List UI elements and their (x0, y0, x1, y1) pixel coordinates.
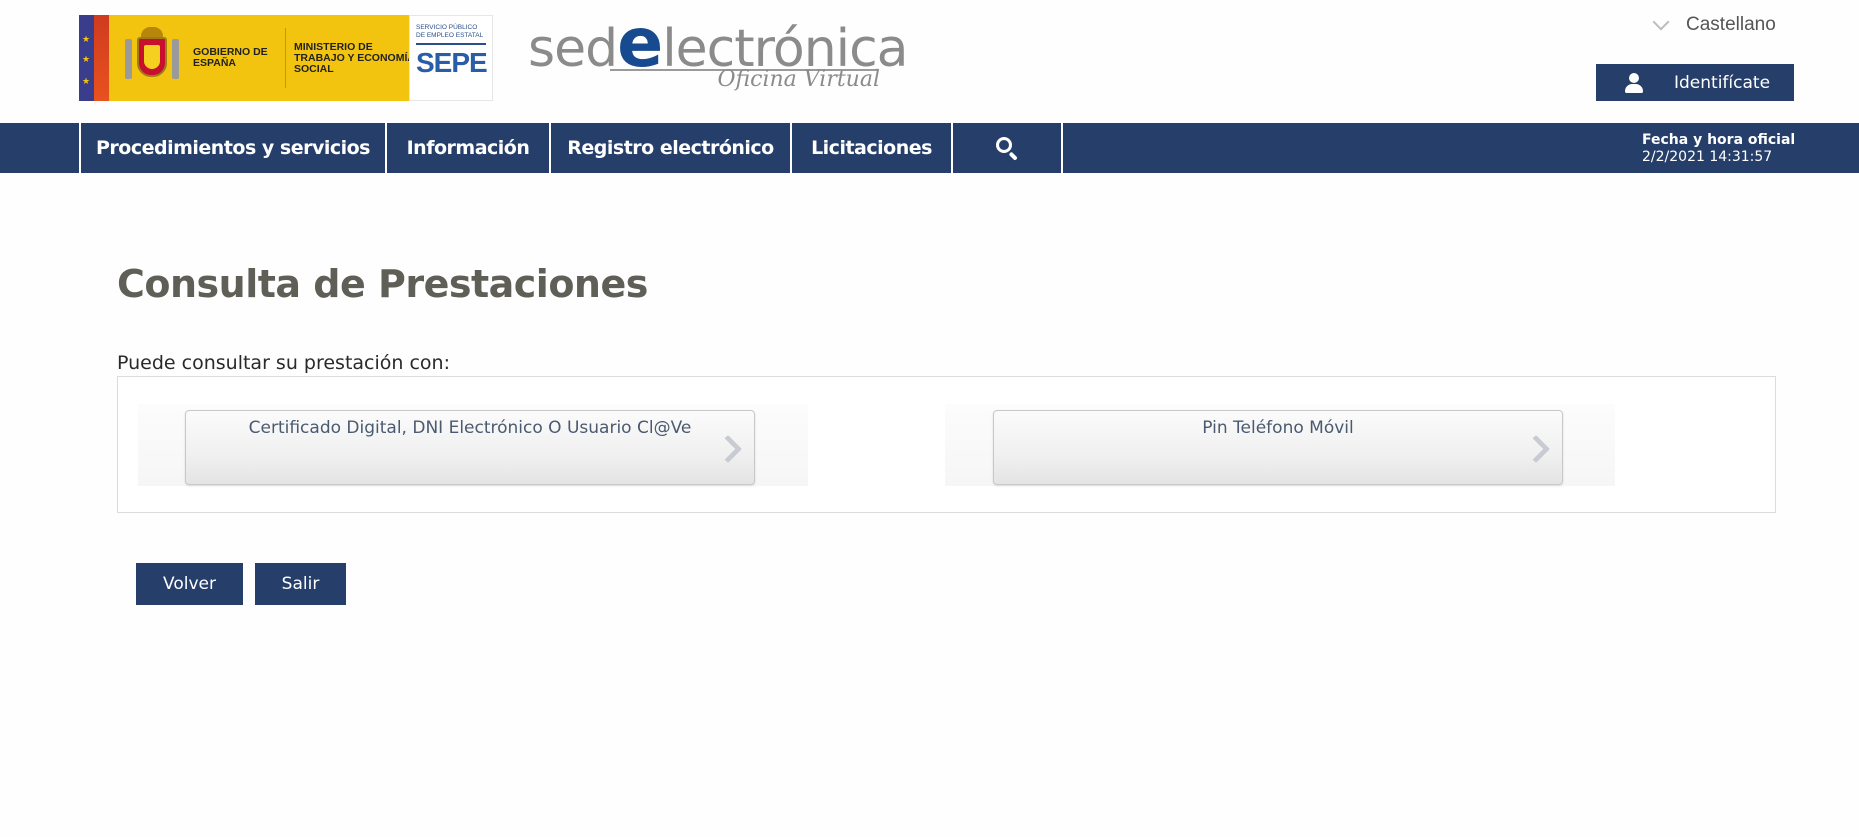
official-time-label: Fecha y hora oficial (1642, 132, 1796, 148)
gov-logo-text: GOBIERNO DE ESPAÑA (193, 46, 268, 69)
flag-icon: ★ ★ ★ (79, 15, 109, 101)
nav-item-label: Procedimientos y servicios (96, 137, 371, 159)
certificate-login-button[interactable]: Certificado Digital, DNI Electrónico O U… (185, 410, 755, 485)
nav-divider (1061, 123, 1063, 173)
official-time: Fecha y hora oficial 2/2/2021 14:31:57 (1642, 132, 1795, 166)
language-selector[interactable]: Castellano (1650, 14, 1776, 36)
chevron-right-icon (1526, 433, 1548, 463)
sepe-logo-small-text: SERVICIO PÚBLICO DE EMPLEO ESTATAL (416, 24, 484, 39)
search-icon (994, 135, 1020, 161)
chevron-right-icon (718, 433, 740, 463)
login-button[interactable]: Identifícate (1596, 64, 1794, 101)
options-panel: Certificado Digital, DNI Electrónico O U… (117, 376, 1776, 513)
nav-item-informacion[interactable]: Información (385, 123, 549, 173)
nav-item-registro[interactable]: Registro electrónico (549, 123, 790, 173)
sede-logo-subtitle: Oficina Virtual (717, 67, 880, 92)
option-label: Certificado Digital, DNI Electrónico O U… (248, 418, 692, 438)
search-button[interactable] (951, 123, 1061, 173)
official-time-value: 2/2/2021 14:31:57 (1642, 149, 1773, 165)
pin-mobile-login-button[interactable]: Pin Teléfono Móvil (993, 410, 1563, 485)
language-label: Castellano (1686, 14, 1776, 35)
sede-electronica-logo[interactable]: sedelectrónica Oficina Virtual (528, 10, 909, 102)
sepe-logo-text: SEPE (416, 47, 488, 78)
sede-logo-prefix: sed (528, 19, 618, 79)
sede-logo-e: e (617, 4, 663, 83)
back-button[interactable]: Volver (136, 563, 243, 605)
sepe-logo: SERVICIO PÚBLICO DE EMPLEO ESTATAL SEPE (409, 15, 493, 101)
page-title: Consulta de Prestaciones (117, 262, 648, 306)
exit-button[interactable]: Salir (255, 563, 346, 605)
intro-text: Puede consultar su prestación con: (117, 352, 450, 374)
chevron-down-icon (1650, 14, 1672, 36)
nav-item-label: Registro electrónico (567, 137, 774, 159)
nav-item-licitaciones[interactable]: Licitaciones (790, 123, 951, 173)
ministry-logo-text: MINISTERIO DE TRABAJO Y ECONOMÍA SOCIAL (294, 40, 415, 75)
coat-of-arms-icon (121, 27, 183, 89)
nav-item-procedimientos[interactable]: Procedimientos y servicios (79, 123, 385, 173)
nav-item-label: Información (406, 137, 530, 159)
option-label: Pin Teléfono Móvil (1202, 418, 1354, 438)
login-label: Identifícate (1674, 72, 1771, 93)
nav-item-label: Licitaciones (811, 137, 932, 159)
main-navigation: Procedimientos y servicios Información R… (0, 123, 1859, 173)
user-icon (1624, 72, 1644, 94)
government-logo[interactable]: ★ ★ ★ GOBIERNO DE ESPAÑA MINISTERIO DE TRA… (79, 15, 498, 101)
